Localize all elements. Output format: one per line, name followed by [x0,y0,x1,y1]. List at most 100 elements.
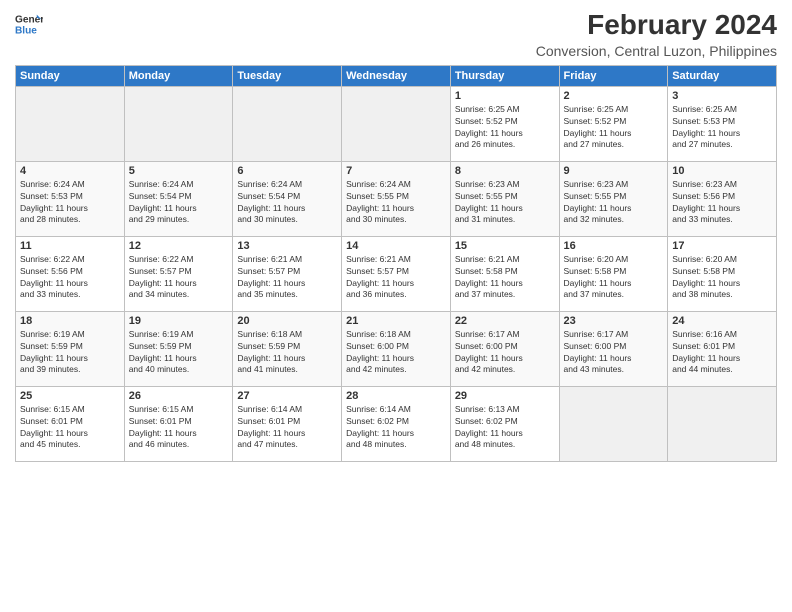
day-info: Sunrise: 6:20 AM Sunset: 5:58 PM Dayligh… [564,254,664,302]
table-cell: 17 Sunrise: 6:20 AM Sunset: 5:58 PM Dayli… [668,236,777,311]
svg-text:Blue: Blue [15,25,37,36]
table-cell: 11 Sunrise: 6:22 AM Sunset: 5:56 PM Dayli… [16,236,125,311]
logo-icon: General Blue [15,10,43,38]
main-title: February 2024 [536,10,777,41]
table-cell: 19 Sunrise: 6:19 AM Sunset: 5:59 PM Dayli… [124,311,233,386]
day-info: Sunrise: 6:21 AM Sunset: 5:57 PM Dayligh… [237,254,337,302]
header: General Blue February 2024 Conversion, C… [15,10,777,59]
day-number: 23 [564,315,664,327]
table-cell [124,86,233,161]
day-info: Sunrise: 6:14 AM Sunset: 6:02 PM Dayligh… [346,404,446,452]
table-cell: 8 Sunrise: 6:23 AM Sunset: 5:55 PM Daylig… [450,161,559,236]
col-wednesday: Wednesday [342,65,451,86]
day-info: Sunrise: 6:13 AM Sunset: 6:02 PM Dayligh… [455,404,555,452]
table-cell [342,86,451,161]
table-cell: 29 Sunrise: 6:13 AM Sunset: 6:02 PM Dayli… [450,386,559,461]
day-number: 7 [346,165,446,177]
day-info: Sunrise: 6:17 AM Sunset: 6:00 PM Dayligh… [455,329,555,377]
day-info: Sunrise: 6:17 AM Sunset: 6:00 PM Dayligh… [564,329,664,377]
day-info: Sunrise: 6:18 AM Sunset: 5:59 PM Dayligh… [237,329,337,377]
day-number: 4 [20,165,120,177]
page: General Blue February 2024 Conversion, C… [0,0,792,612]
table-cell: 12 Sunrise: 6:22 AM Sunset: 5:57 PM Dayli… [124,236,233,311]
day-info: Sunrise: 6:25 AM Sunset: 5:52 PM Dayligh… [455,104,555,152]
day-number: 21 [346,315,446,327]
table-cell: 18 Sunrise: 6:19 AM Sunset: 5:59 PM Dayli… [16,311,125,386]
col-tuesday: Tuesday [233,65,342,86]
day-number: 17 [672,240,772,252]
day-info: Sunrise: 6:25 AM Sunset: 5:53 PM Dayligh… [672,104,772,152]
day-number: 3 [672,90,772,102]
day-info: Sunrise: 6:21 AM Sunset: 5:58 PM Dayligh… [455,254,555,302]
table-cell: 26 Sunrise: 6:15 AM Sunset: 6:01 PM Dayli… [124,386,233,461]
col-saturday: Saturday [668,65,777,86]
table-cell: 7 Sunrise: 6:24 AM Sunset: 5:55 PM Daylig… [342,161,451,236]
day-info: Sunrise: 6:24 AM Sunset: 5:55 PM Dayligh… [346,179,446,227]
col-monday: Monday [124,65,233,86]
col-sunday: Sunday [16,65,125,86]
table-cell: 13 Sunrise: 6:21 AM Sunset: 5:57 PM Dayli… [233,236,342,311]
day-number: 12 [129,240,229,252]
day-number: 22 [455,315,555,327]
table-cell [668,386,777,461]
table-cell: 1Sunrise: 6:25 AM Sunset: 5:52 PM Daylig… [450,86,559,161]
day-number: 11 [20,240,120,252]
day-number: 26 [129,390,229,402]
table-cell: 14Sunrise: 6:21 AM Sunset: 5:57 PM Dayli… [342,236,451,311]
table-cell: 22 Sunrise: 6:17 AM Sunset: 6:00 PM Dayli… [450,311,559,386]
day-number: 13 [237,240,337,252]
table-cell: 20Sunrise: 6:18 AM Sunset: 5:59 PM Dayli… [233,311,342,386]
day-info: Sunrise: 6:24 AM Sunset: 5:54 PM Dayligh… [237,179,337,227]
day-info: Sunrise: 6:22 AM Sunset: 5:57 PM Dayligh… [129,254,229,302]
svg-text:General: General [15,14,43,25]
table-cell: 21 Sunrise: 6:18 AM Sunset: 6:00 PM Dayli… [342,311,451,386]
table-cell: 24Sunrise: 6:16 AM Sunset: 6:01 PM Dayli… [668,311,777,386]
table-cell [16,86,125,161]
day-info: Sunrise: 6:15 AM Sunset: 6:01 PM Dayligh… [129,404,229,452]
day-number: 6 [237,165,337,177]
day-info: Sunrise: 6:23 AM Sunset: 5:56 PM Dayligh… [672,179,772,227]
table-cell: 28 Sunrise: 6:14 AM Sunset: 6:02 PM Dayli… [342,386,451,461]
day-number: 5 [129,165,229,177]
day-number: 10 [672,165,772,177]
table-cell [559,386,668,461]
day-number: 16 [564,240,664,252]
day-info: Sunrise: 6:19 AM Sunset: 5:59 PM Dayligh… [129,329,229,377]
day-info: Sunrise: 6:23 AM Sunset: 5:55 PM Dayligh… [564,179,664,227]
table-cell: 2Sunrise: 6:25 AM Sunset: 5:52 PM Daylig… [559,86,668,161]
table-cell [233,86,342,161]
day-info: Sunrise: 6:20 AM Sunset: 5:58 PM Dayligh… [672,254,772,302]
table-cell: 25Sunrise: 6:15 AM Sunset: 6:01 PM Dayli… [16,386,125,461]
day-info: Sunrise: 6:24 AM Sunset: 5:53 PM Dayligh… [20,179,120,227]
table-cell: 16 Sunrise: 6:20 AM Sunset: 5:58 PM Dayli… [559,236,668,311]
day-number: 28 [346,390,446,402]
col-thursday: Thursday [450,65,559,86]
day-number: 18 [20,315,120,327]
subtitle: Conversion, Central Luzon, Philippines [536,43,777,59]
day-number: 8 [455,165,555,177]
table-cell: 4 Sunrise: 6:24 AM Sunset: 5:53 PM Daylig… [16,161,125,236]
table-cell: 10 Sunrise: 6:23 AM Sunset: 5:56 PM Dayli… [668,161,777,236]
day-number: 15 [455,240,555,252]
title-block: February 2024 Conversion, Central Luzon,… [536,10,777,59]
day-number: 27 [237,390,337,402]
day-info: Sunrise: 6:18 AM Sunset: 6:00 PM Dayligh… [346,329,446,377]
table-cell: 5 Sunrise: 6:24 AM Sunset: 5:54 PM Daylig… [124,161,233,236]
day-number: 29 [455,390,555,402]
day-number: 9 [564,165,664,177]
day-number: 14 [346,240,446,252]
day-info: Sunrise: 6:23 AM Sunset: 5:55 PM Dayligh… [455,179,555,227]
day-number: 25 [20,390,120,402]
day-number: 19 [129,315,229,327]
table-cell: 6 Sunrise: 6:24 AM Sunset: 5:54 PM Daylig… [233,161,342,236]
table-cell: 23 Sunrise: 6:17 AM Sunset: 6:00 PM Dayli… [559,311,668,386]
day-info: Sunrise: 6:14 AM Sunset: 6:01 PM Dayligh… [237,404,337,452]
day-info: Sunrise: 6:19 AM Sunset: 5:59 PM Dayligh… [20,329,120,377]
day-info: Sunrise: 6:24 AM Sunset: 5:54 PM Dayligh… [129,179,229,227]
table-cell: 15 Sunrise: 6:21 AM Sunset: 5:58 PM Dayli… [450,236,559,311]
calendar-table: Sunday Monday Tuesday Wednesday Thursday… [15,65,777,462]
logo: General Blue [15,10,43,38]
day-number: 24 [672,315,772,327]
day-info: Sunrise: 6:22 AM Sunset: 5:56 PM Dayligh… [20,254,120,302]
day-number: 2 [564,90,664,102]
